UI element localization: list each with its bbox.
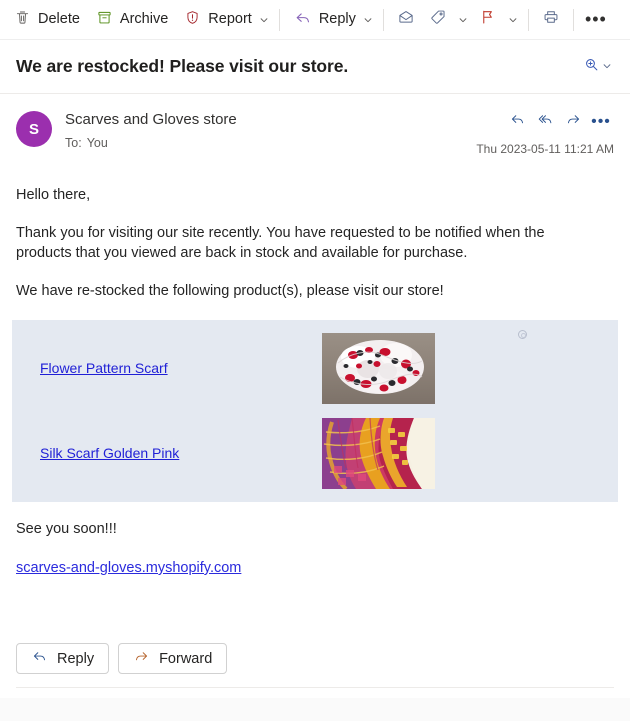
reply-all-action-button[interactable] (532, 110, 558, 134)
more-commands-button[interactable]: ••• (580, 5, 612, 35)
flag-chevron-down-icon[interactable] (504, 5, 522, 35)
archive-label: Archive (119, 11, 169, 28)
toolbar-divider-4 (572, 8, 574, 31)
forward-icon (565, 111, 582, 133)
mark-unread-button[interactable] (390, 5, 422, 35)
message-timestamp: Thu 2023-05-11 11:21 AM (476, 142, 614, 156)
forward-icon (133, 648, 150, 669)
reply-icon (509, 111, 526, 133)
page-title: We are restocked! Please visit our store… (16, 56, 349, 76)
tag-icon (429, 8, 447, 31)
zoom-control[interactable] (581, 53, 614, 81)
report-button[interactable]: Report (176, 5, 255, 35)
report-label: Report (208, 11, 252, 28)
flag-icon (479, 8, 497, 31)
reply-forward-footer: Reply Forward (0, 643, 630, 688)
flag-split-button (472, 5, 522, 35)
categorize-split-button (422, 5, 472, 35)
message-header: S Scarves and Gloves store To: You ••• T… (0, 94, 630, 156)
reply-button-label: Reply (57, 650, 95, 667)
printer-icon (542, 8, 560, 31)
command-toolbar: Delete Archive Report Reply ••• (0, 0, 630, 40)
product-thumbnail[interactable] (322, 333, 435, 404)
message-body: Hello there, Thank you for visiting our … (0, 156, 630, 643)
report-split-button: Report (176, 5, 273, 35)
reply-label: Reply (318, 11, 356, 28)
to-label: To: (65, 136, 82, 150)
reply-button-footer[interactable]: Reply (16, 643, 110, 674)
product-link[interactable]: Flower Pattern Scarf (40, 360, 168, 376)
forward-button-label: Forward (159, 650, 213, 667)
action-icon-group: ••• (504, 110, 614, 134)
product-link-cell: Silk Scarf Golden Pink (12, 445, 322, 463)
delete-button[interactable]: Delete (6, 5, 88, 35)
footer-button-group: Reply Forward (16, 643, 614, 674)
print-button[interactable] (535, 5, 567, 35)
email-reading-pane: Delete Archive Report Reply ••• We are r… (0, 0, 630, 721)
reply-all-icon (537, 111, 554, 133)
subject-bar: We are restocked! Please visit our store… (0, 40, 630, 94)
product-panel: Flower Pattern Scarf Silk Scarf Golden P… (12, 320, 618, 502)
avatar: S (16, 111, 52, 147)
more-icon: ••• (591, 113, 611, 131)
report-chevron-down-icon[interactable] (255, 5, 273, 35)
reply-button[interactable]: Reply (286, 5, 359, 35)
archive-button[interactable]: Archive (88, 5, 176, 35)
zoom-chevron-down-icon (602, 58, 612, 76)
forward-button-footer[interactable]: Forward (118, 643, 228, 674)
greeting-text: Hello there, (16, 187, 91, 203)
message-more-button[interactable]: ••• (588, 110, 614, 134)
footer-divider (16, 687, 614, 688)
archive-icon (96, 9, 113, 30)
sender-name[interactable]: Scarves and Gloves store (65, 110, 476, 130)
reply-chevron-down-icon[interactable] (359, 5, 377, 35)
toolbar-divider-1 (278, 8, 280, 31)
to-value: You (86, 136, 108, 150)
reply-split-button: Reply (286, 5, 377, 35)
product-link[interactable]: Silk Scarf Golden Pink (40, 445, 179, 461)
toolbar-divider-2 (382, 8, 384, 31)
reply-action-button[interactable] (504, 110, 530, 134)
intro-paragraph: Thank you for visiting our site recently… (16, 225, 545, 261)
product-row: Silk Scarf Golden Pink (12, 411, 618, 496)
forward-action-button[interactable] (560, 110, 586, 134)
envelope-icon (397, 8, 415, 31)
categorize-button[interactable] (422, 5, 454, 35)
reply-icon (31, 648, 48, 669)
flag-button[interactable] (472, 5, 504, 35)
store-url-link[interactable]: scarves-and-gloves.myshopify.com (16, 558, 241, 578)
product-link-cell: Flower Pattern Scarf (12, 360, 322, 378)
restock-paragraph: We have re-stocked the following product… (16, 283, 444, 299)
delete-label: Delete (38, 11, 80, 28)
categorize-chevron-down-icon[interactable] (454, 5, 472, 35)
ellipsis-icon: ••• (584, 9, 607, 30)
sender-info: Scarves and Gloves store To: You (65, 110, 476, 151)
product-row: Flower Pattern Scarf (12, 326, 618, 411)
toolbar-divider-3 (527, 8, 529, 31)
product-thumbnail[interactable] (322, 418, 435, 489)
recipient-line: To: You (65, 135, 476, 151)
zoom-in-icon (583, 56, 600, 78)
bottom-strip (0, 698, 630, 721)
trash-icon (14, 9, 31, 30)
message-actions: ••• Thu 2023-05-11 11:21 AM (476, 110, 614, 156)
reply-arrow-icon (294, 9, 312, 31)
closing-text: See you soon!!! (16, 521, 117, 537)
report-shield-icon (184, 9, 201, 30)
